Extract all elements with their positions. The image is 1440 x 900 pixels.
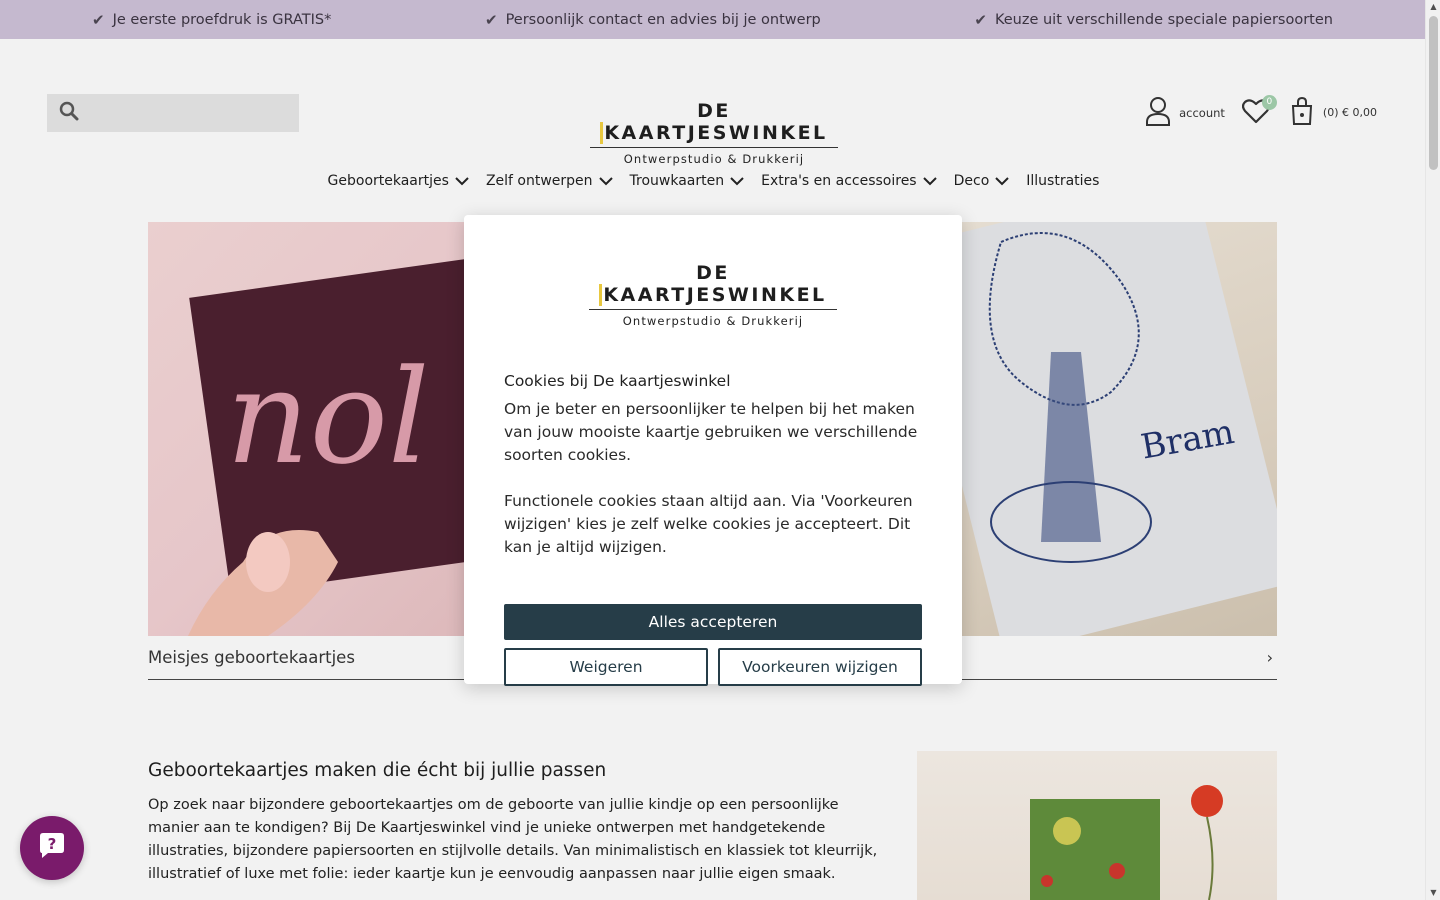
check-icon: ✔ [484, 10, 498, 29]
nav-item-trouwkaarten[interactable]: Trouwkaarten [630, 168, 745, 194]
hero-image-boys-card[interactable]: Bram [961, 222, 1277, 636]
usp-text: Je eerste proefdruk is GRATIS* [112, 11, 332, 28]
nav-item-illustraties[interactable]: Illustraties [1026, 168, 1099, 194]
cookie-paragraph-2: Functionele cookies staan altijd aan. Vi… [504, 492, 913, 556]
search-box[interactable] [47, 94, 299, 132]
chevron-down-icon [455, 177, 469, 186]
search-icon[interactable] [59, 101, 79, 125]
nav-item-geboortekaartjes[interactable]: Geboortekaartjes [328, 168, 469, 194]
nav-item-extras[interactable]: Extra's en accessoires [761, 168, 937, 194]
intro-heading: Geboortekaartjes maken die écht bij jull… [148, 760, 607, 781]
intro-section: Geboortekaartjes maken die écht bij jull… [148, 760, 893, 886]
check-icon: ✔ [92, 10, 105, 29]
logo-subtitle: Ontwerpstudio & Drukkerij [623, 152, 805, 166]
nav-item-deco[interactable]: Deco [954, 168, 1010, 194]
change-preferences-button[interactable]: Voorkeuren wijzigen [718, 648, 922, 686]
nav-item-zelf-ontwerpen[interactable]: Zelf ontwerpen [486, 168, 613, 194]
page-scrollbar[interactable]: ▲ ▼ [1425, 0, 1440, 900]
logo-divider [590, 147, 838, 148]
hero-image-girls-card[interactable]: nol [148, 222, 464, 636]
usp-bar: ✔ Je eerste proefdruk is GRATIS* ✔ Perso… [0, 0, 1425, 39]
cookie-secondary-actions: Weigeren Voorkeuren wijzigen [504, 648, 922, 686]
nav-label: Illustraties [1026, 173, 1100, 189]
scroll-up-arrow-icon[interactable]: ▲ [1426, 0, 1440, 14]
scroll-down-arrow-icon[interactable]: ▼ [1426, 886, 1440, 900]
usp-item: ✔ Persoonlijk contact en advies bij je o… [485, 11, 821, 29]
account-label: account [1179, 105, 1225, 120]
usp-text: Keuze uit verschillende speciale papiers… [994, 11, 1333, 28]
user-icon [1145, 96, 1171, 129]
site-logo[interactable]: DE KAARTJESWINKEL Ontwerpstudio & Drukke… [590, 100, 838, 166]
cart-summary: (0) € 0,00 [1322, 106, 1377, 119]
account-link[interactable]: account [1145, 96, 1225, 129]
cookie-title: Cookies bij De kaartjeswinkel [504, 372, 731, 390]
nav-label: Extra's en accessoires [761, 173, 917, 189]
cookie-consent-modal: DE KAARTJESWINKEL Ontwerpstudio & Drukke… [464, 215, 962, 686]
chevron-down-icon [995, 177, 1009, 186]
search-input[interactable] [89, 98, 289, 128]
intro-image [917, 751, 1277, 900]
header-actions: account 0 (0) € 0,00 [1145, 94, 1377, 129]
card-lettering: nol [226, 341, 430, 493]
svg-text:?: ? [48, 835, 57, 853]
cookie-paragraph-1: Om je beter en persoonlijker te helpen b… [504, 400, 918, 464]
question-chat-icon: ? [36, 830, 68, 866]
usp-text: Persoonlijk contact en advies bij je ont… [505, 11, 821, 28]
wishlist-count-badge: 0 [1261, 94, 1277, 110]
logo-brand: DE KAARTJESWINKEL [590, 100, 838, 144]
decline-button[interactable]: Weigeren [504, 648, 708, 686]
intro-body: Op zoek naar bijzondere geboortekaartjes… [148, 797, 878, 882]
main-navigation: Geboortekaartjes Zelf ontwerpen Trouwkaa… [0, 168, 1425, 194]
scrollbar-thumb[interactable] [1429, 16, 1438, 170]
chevron-right-icon[interactable]: › [1267, 648, 1273, 667]
nav-label: Deco [953, 173, 990, 189]
shopping-bag-icon [1291, 96, 1313, 129]
nav-label: Trouwkaarten [629, 173, 725, 189]
usp-item: ✔ Je eerste proefdruk is GRATIS* [92, 11, 331, 29]
usp-item: ✔ Keuze uit verschillende speciale papie… [974, 11, 1333, 29]
nav-label: Geboortekaartjes [327, 173, 449, 189]
nav-label: Zelf ontwerpen [485, 173, 593, 189]
chat-widget-button[interactable]: ? [20, 816, 84, 880]
chevron-down-icon [598, 177, 613, 186]
cart-link[interactable]: (0) € 0,00 [1291, 96, 1377, 129]
check-icon: ✔ [974, 10, 987, 29]
hero-caption-text: Meisjes geboortekaartjes [148, 648, 355, 667]
modal-logo: DE KAARTJESWINKEL Ontwerpstudio & Drukke… [589, 262, 837, 328]
chevron-down-icon [922, 177, 937, 186]
accept-all-button[interactable]: Alles accepteren [504, 604, 922, 640]
logo-subtitle: Ontwerpstudio & Drukkerij [622, 314, 804, 328]
chevron-down-icon [730, 177, 744, 186]
logo-brand: DE KAARTJESWINKEL [589, 262, 837, 306]
logo-divider [589, 309, 837, 310]
wishlist-button[interactable]: 0 [1241, 94, 1277, 128]
